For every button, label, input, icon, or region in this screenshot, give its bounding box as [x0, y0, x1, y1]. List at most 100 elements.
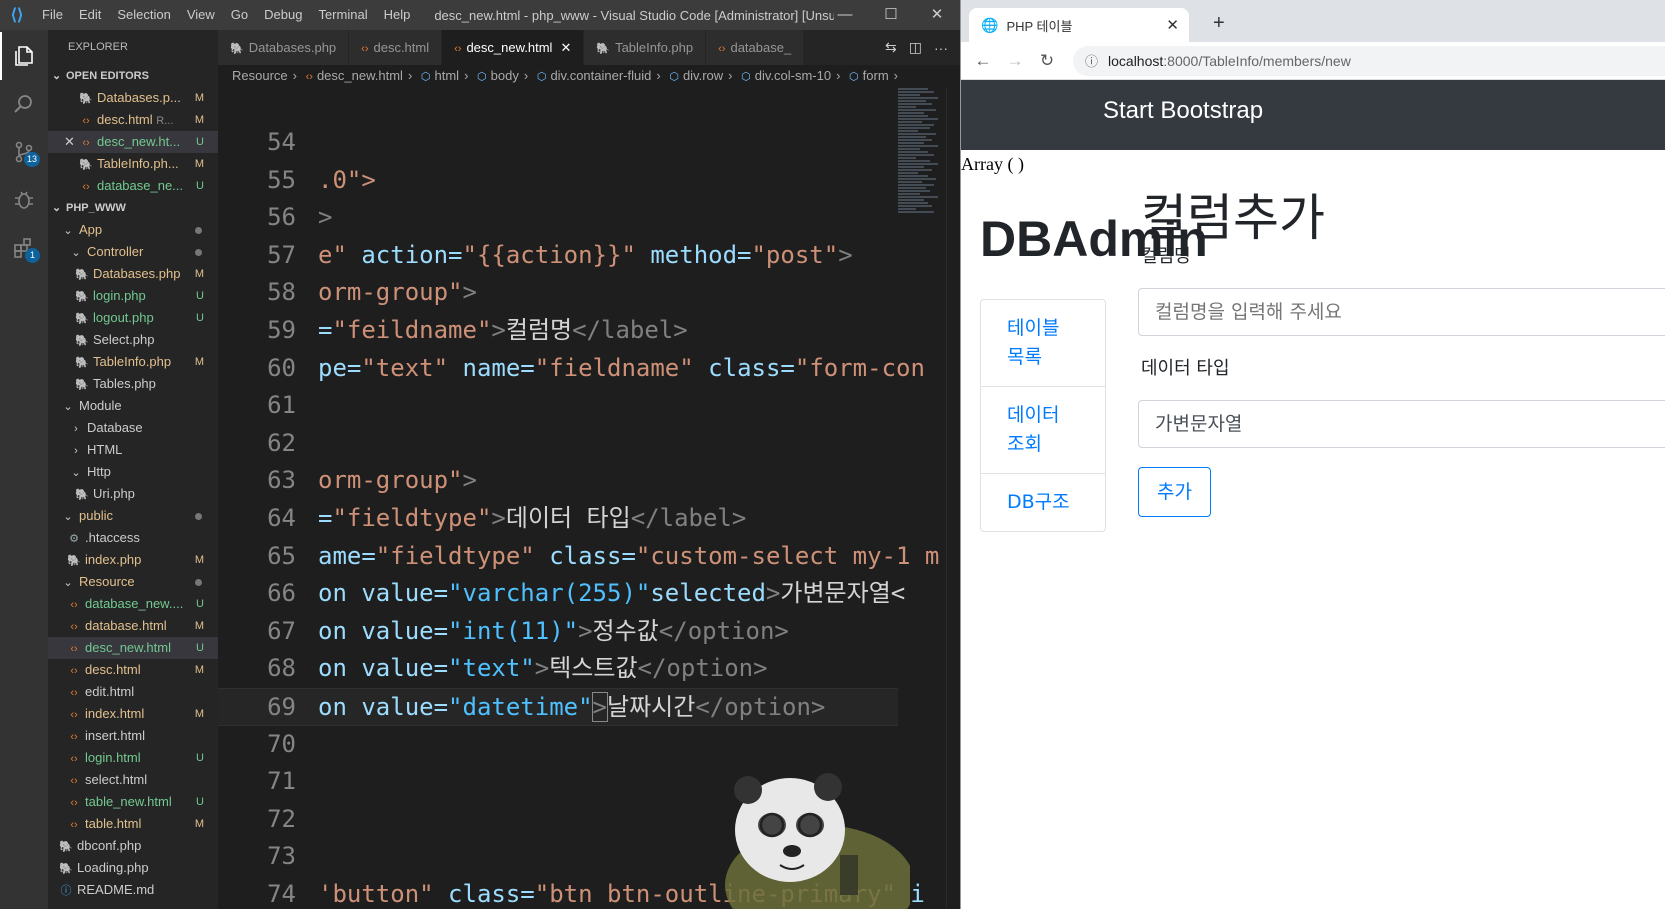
minimize-icon[interactable]: —: [822, 0, 868, 30]
code-token: .0">: [318, 165, 376, 194]
close-icon[interactable]: ✕: [914, 0, 960, 30]
info-icon[interactable]: ⓘ: [1085, 51, 1098, 70]
editor-scrollbar[interactable]: [946, 87, 960, 909]
sidenav-item-data-view[interactable]: 데이터 조회: [981, 387, 1105, 474]
title-bar: ⟨⟩ File Edit Selection View Go Debug Ter…: [0, 0, 960, 30]
file-item[interactable]: ‹› database.html M: [48, 615, 218, 637]
close-tab-icon[interactable]: ✕: [560, 40, 571, 55]
chevron-right-icon: ›: [74, 423, 78, 435]
file-item[interactable]: ⚙ .htaccess: [48, 527, 218, 549]
folder-resource[interactable]: ⌄ Resource: [48, 571, 218, 593]
tab-desc-new-html[interactable]: ‹› desc_new.html ✕: [442, 30, 585, 65]
element-icon: ⬡: [669, 71, 679, 83]
menu-help[interactable]: Help: [376, 0, 419, 30]
folder-html[interactable]: › HTML: [48, 439, 218, 461]
sidenav-item-db-structure[interactable]: DB구조: [981, 474, 1105, 531]
file-item[interactable]: ‹› login.html U: [48, 747, 218, 769]
add-column-button[interactable]: 추가: [1138, 467, 1211, 517]
menu-terminal[interactable]: Terminal: [310, 0, 375, 30]
folder-public[interactable]: ⌄ public: [48, 505, 218, 527]
menu-go[interactable]: Go: [223, 0, 256, 30]
menu-selection[interactable]: Selection: [109, 0, 178, 30]
forward-icon[interactable]: →: [999, 51, 1031, 71]
tab-databases-php[interactable]: 🐘 Databases.php: [218, 30, 350, 65]
project-header[interactable]: ⌄ PHP_WWW: [48, 197, 218, 219]
close-editor-icon[interactable]: ✕: [64, 131, 78, 153]
field-name-input[interactable]: [1138, 288, 1665, 336]
address-bar[interactable]: ⓘ localhost:8000/TableInfo/members/new: [1073, 45, 1665, 76]
breadcrumb-item[interactable]: Resource: [232, 68, 288, 83]
line-number: 64: [267, 503, 296, 532]
file-item[interactable]: 🐘 Tables.php: [48, 373, 218, 395]
more-actions-icon[interactable]: ···: [934, 40, 948, 56]
breadcrumb-item[interactable]: div.col-sm-10: [755, 68, 831, 83]
source-control-icon[interactable]: 13: [0, 128, 48, 176]
file-item[interactable]: ‹› table_new.html U: [48, 791, 218, 813]
file-item[interactable]: 🐘 login.php U: [48, 285, 218, 307]
file-item[interactable]: 🐘 TableInfo.php M: [48, 351, 218, 373]
breadcrumb-item[interactable]: html: [435, 68, 460, 83]
folder-database[interactable]: › Database: [48, 417, 218, 439]
file-item[interactable]: ‹› desc.html M: [48, 659, 218, 681]
explorer-icon[interactable]: [0, 32, 48, 80]
file-item[interactable]: 🐘 Databases.php M: [48, 263, 218, 285]
back-icon[interactable]: ←: [967, 51, 999, 71]
folder-http[interactable]: ⌄ Http: [48, 461, 218, 483]
close-tab-icon[interactable]: ✕: [1166, 16, 1179, 34]
folder-app[interactable]: ⌄ App: [48, 219, 218, 241]
open-editor-item[interactable]: 🐘 Databases.p... M: [48, 87, 218, 109]
file-item[interactable]: 🐘 Select.php: [48, 329, 218, 351]
search-icon[interactable]: [0, 80, 48, 128]
compare-icon[interactable]: ⇆: [885, 39, 897, 56]
breadcrumb-item[interactable]: form: [863, 68, 889, 83]
new-tab-icon[interactable]: +: [1213, 12, 1225, 35]
menu-file[interactable]: File: [34, 0, 71, 30]
browser-tab[interactable]: 🌐 PHP 테이블 ✕: [969, 8, 1189, 42]
folder-controller[interactable]: ⌄ Controller: [48, 241, 218, 263]
code-token: >: [462, 466, 477, 495]
file-item[interactable]: 🐘 Uri.php: [48, 483, 218, 505]
tab-database[interactable]: ‹› database_: [706, 30, 805, 65]
split-editor-icon[interactable]: ◫: [909, 39, 922, 56]
file-item[interactable]: ‹› insert.html: [48, 725, 218, 747]
file-item[interactable]: 🐘 index.php M: [48, 549, 218, 571]
file-item[interactable]: 🐘 logout.php U: [48, 307, 218, 329]
maximize-icon[interactable]: ☐: [868, 0, 914, 30]
menu-edit[interactable]: Edit: [71, 0, 109, 30]
open-editor-item[interactable]: ‹› desc.html R... M: [48, 109, 218, 131]
git-status: M: [194, 268, 204, 280]
breadcrumb-item[interactable]: div.container-fluid: [550, 68, 651, 83]
file-item[interactable]: ‹› edit.html: [48, 681, 218, 703]
sidenav-item-table-list[interactable]: 테이블 목록: [981, 300, 1105, 387]
folder-module[interactable]: ⌄ Module: [48, 395, 218, 417]
breadcrumb-item[interactable]: div.row: [683, 68, 723, 83]
open-editor-item[interactable]: ✕ ‹› desc_new.ht... U: [48, 131, 218, 153]
breadcrumb-item[interactable]: desc_new.html: [317, 68, 403, 83]
menu-view[interactable]: View: [179, 0, 223, 30]
line-number: 56: [267, 203, 296, 232]
file-item[interactable]: 🐘 Loading.php: [48, 857, 218, 879]
chevron-down-icon: ⌄: [63, 401, 73, 413]
navbar-brand[interactable]: Start Bootstrap: [1103, 97, 1263, 125]
menu-debug[interactable]: Debug: [256, 0, 310, 30]
file-item[interactable]: ‹› table.html M: [48, 813, 218, 835]
breadcrumb-item[interactable]: body: [491, 68, 519, 83]
file-item[interactable]: ‹› index.html M: [48, 703, 218, 725]
file-item[interactable]: ‹› select.html: [48, 769, 218, 791]
debug-icon[interactable]: [0, 176, 48, 224]
extensions-icon[interactable]: 1: [0, 224, 48, 272]
file-item[interactable]: ⓘ README.md: [48, 879, 218, 901]
minimap[interactable]: [898, 87, 942, 257]
html-file-icon: ‹›: [70, 775, 78, 787]
file-name: Tables.php: [93, 376, 156, 391]
tab-desc-html[interactable]: ‹› desc.html: [349, 30, 443, 65]
reload-icon[interactable]: ↻: [1031, 51, 1063, 71]
file-item[interactable]: 🐘 dbconf.php: [48, 835, 218, 857]
file-item-selected[interactable]: ‹› desc_new.html U: [48, 637, 218, 659]
file-item[interactable]: ‹› database_new.... U: [48, 593, 218, 615]
open-editor-item[interactable]: ‹› database_ne... U: [48, 175, 218, 197]
open-editors-header[interactable]: ⌄ OPEN EDITORS: [48, 65, 218, 87]
field-type-select[interactable]: 가변문자열: [1138, 400, 1665, 448]
tab-tableinfo-php[interactable]: 🐘 TableInfo.php: [584, 30, 707, 65]
open-editor-item[interactable]: 🐘 TableInfo.ph... M: [48, 153, 218, 175]
